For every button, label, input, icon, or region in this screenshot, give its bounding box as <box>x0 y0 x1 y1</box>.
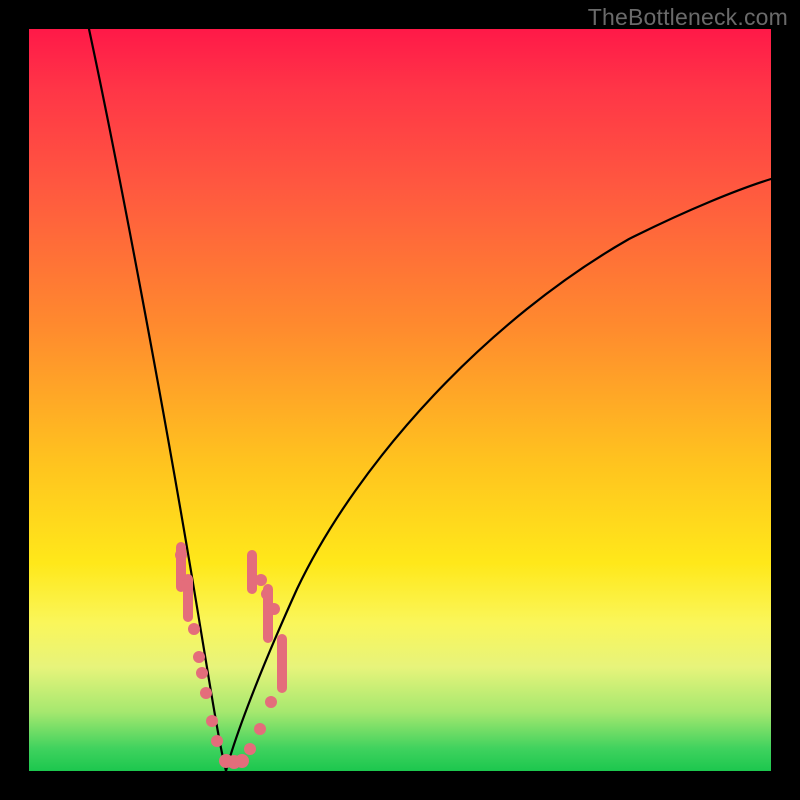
marker-dot <box>206 715 218 727</box>
marker-dot <box>196 667 208 679</box>
marker-dot <box>255 574 267 586</box>
marker-dot <box>235 754 249 768</box>
marker-dot <box>175 549 187 561</box>
marker-dot <box>193 651 205 663</box>
chart-frame: TheBottleneck.com <box>0 0 800 800</box>
marker-dot <box>200 687 212 699</box>
marker-dot <box>261 588 273 600</box>
marker-dot <box>244 743 256 755</box>
marker-dot <box>254 723 266 735</box>
marker-dot <box>181 579 193 591</box>
marker-dot <box>211 735 223 747</box>
watermark-text: TheBottleneck.com <box>588 4 788 31</box>
marker-bar <box>247 550 257 594</box>
marker-dot <box>268 603 280 615</box>
markers-layer <box>29 29 771 771</box>
marker-bar <box>277 634 287 693</box>
marker-dot <box>188 623 200 635</box>
marker-dot <box>265 696 277 708</box>
